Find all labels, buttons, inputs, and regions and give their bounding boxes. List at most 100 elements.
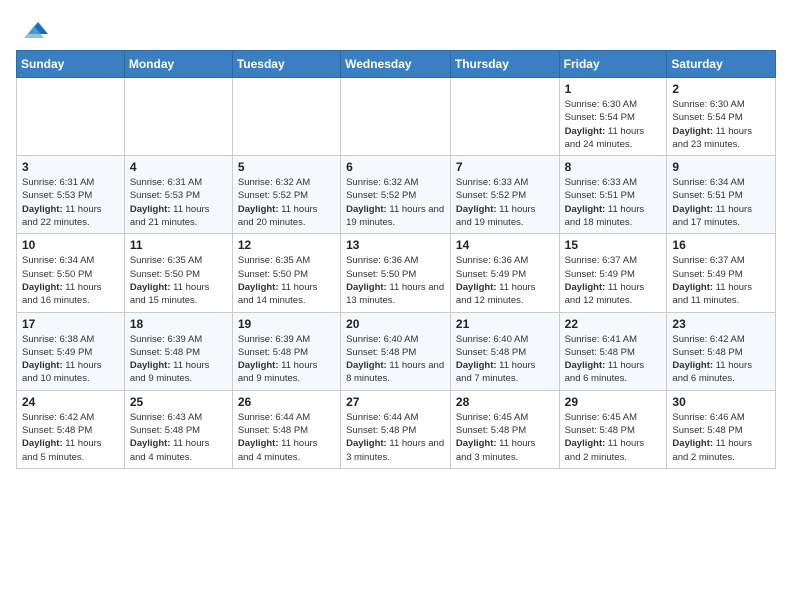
sun-info: Sunset: 5:49 PM — [456, 268, 554, 281]
day-number: 23 — [672, 317, 770, 331]
sun-info: Sunrise: 6:41 AM — [565, 333, 662, 346]
calendar-cell: 5Sunrise: 6:32 AMSunset: 5:52 PMDaylight… — [232, 156, 340, 234]
sun-info: Sunrise: 6:30 AM — [672, 98, 770, 111]
daylight-info: Daylight: 11 hours and 4 minutes. — [130, 437, 227, 464]
sun-info: Sunset: 5:48 PM — [22, 424, 119, 437]
daylight-info: Daylight: 11 hours and 13 minutes. — [346, 281, 445, 308]
day-number: 17 — [22, 317, 119, 331]
sun-info: Sunrise: 6:36 AM — [346, 254, 445, 267]
day-number: 20 — [346, 317, 445, 331]
calendar-week-row: 17Sunrise: 6:38 AMSunset: 5:49 PMDayligh… — [17, 312, 776, 390]
sun-info: Sunrise: 6:34 AM — [672, 176, 770, 189]
sun-info: Sunset: 5:49 PM — [565, 268, 662, 281]
daylight-info: Daylight: 11 hours and 23 minutes. — [672, 125, 770, 152]
sun-info: Sunset: 5:50 PM — [22, 268, 119, 281]
sun-info: Sunset: 5:49 PM — [672, 268, 770, 281]
sun-info: Sunrise: 6:40 AM — [346, 333, 445, 346]
calendar-cell: 11Sunrise: 6:35 AMSunset: 5:50 PMDayligh… — [124, 234, 232, 312]
daylight-info: Daylight: 11 hours and 6 minutes. — [672, 359, 770, 386]
sun-info: Sunrise: 6:32 AM — [346, 176, 445, 189]
sun-info: Sunrise: 6:36 AM — [456, 254, 554, 267]
sun-info: Sunset: 5:48 PM — [672, 424, 770, 437]
daylight-info: Daylight: 11 hours and 12 minutes. — [565, 281, 662, 308]
day-number: 15 — [565, 238, 662, 252]
sun-info: Sunrise: 6:32 AM — [238, 176, 335, 189]
day-number: 9 — [672, 160, 770, 174]
day-number: 27 — [346, 395, 445, 409]
sun-info: Sunrise: 6:37 AM — [565, 254, 662, 267]
day-number: 16 — [672, 238, 770, 252]
sun-info: Sunrise: 6:45 AM — [456, 411, 554, 424]
day-number: 29 — [565, 395, 662, 409]
day-header-thursday: Thursday — [450, 51, 559, 78]
day-number: 28 — [456, 395, 554, 409]
sun-info: Sunset: 5:54 PM — [672, 111, 770, 124]
calendar-cell: 14Sunrise: 6:36 AMSunset: 5:49 PMDayligh… — [450, 234, 559, 312]
day-number: 8 — [565, 160, 662, 174]
calendar-cell: 22Sunrise: 6:41 AMSunset: 5:48 PMDayligh… — [559, 312, 667, 390]
daylight-info: Daylight: 11 hours and 5 minutes. — [22, 437, 119, 464]
calendar-cell: 19Sunrise: 6:39 AMSunset: 5:48 PMDayligh… — [232, 312, 340, 390]
day-number: 13 — [346, 238, 445, 252]
day-number: 6 — [346, 160, 445, 174]
sun-info: Sunrise: 6:31 AM — [22, 176, 119, 189]
calendar-cell: 20Sunrise: 6:40 AMSunset: 5:48 PMDayligh… — [341, 312, 451, 390]
day-number: 21 — [456, 317, 554, 331]
sun-info: Sunset: 5:51 PM — [565, 189, 662, 202]
sun-info: Sunset: 5:48 PM — [456, 346, 554, 359]
sun-info: Sunrise: 6:33 AM — [456, 176, 554, 189]
sun-info: Sunset: 5:50 PM — [238, 268, 335, 281]
calendar-cell: 30 Sunrise: 6:46 AMSunset: 5:48 PMDayligh… — [667, 390, 776, 468]
day-number: 26 — [238, 395, 335, 409]
daylight-info: Daylight: 11 hours and 3 minutes. — [456, 437, 554, 464]
sun-info: Sunset: 5:52 PM — [346, 189, 445, 202]
daylight-info: Daylight: 11 hours and 19 minutes. — [456, 203, 554, 230]
sun-info: Sunrise: 6:42 AM — [22, 411, 119, 424]
sun-info: Sunset: 5:48 PM — [565, 346, 662, 359]
calendar-cell: 16Sunrise: 6:37 AMSunset: 5:49 PMDayligh… — [667, 234, 776, 312]
sun-info: Sunset: 5:51 PM — [672, 189, 770, 202]
calendar-header-row: SundayMondayTuesdayWednesdayThursdayFrid… — [17, 51, 776, 78]
daylight-info: Daylight: 11 hours and 2 minutes. — [672, 437, 770, 464]
sun-info: Sunrise: 6:46 AM — [672, 411, 770, 424]
calendar-cell: 24Sunrise: 6:42 AMSunset: 5:48 PMDayligh… — [17, 390, 125, 468]
sun-info: Sunrise: 6:39 AM — [238, 333, 335, 346]
sun-info: Sunset: 5:48 PM — [130, 346, 227, 359]
day-number: 5 — [238, 160, 335, 174]
day-number: 30 — [672, 395, 770, 409]
day-number: 10 — [22, 238, 119, 252]
calendar-body: 1Sunrise: 6:30 AMSunset: 5:54 PMDaylight… — [17, 78, 776, 469]
daylight-info: Daylight: 11 hours and 15 minutes. — [130, 281, 227, 308]
day-header-friday: Friday — [559, 51, 667, 78]
daylight-info: Daylight: 11 hours and 9 minutes. — [130, 359, 227, 386]
calendar-table: SundayMondayTuesdayWednesdayThursdayFrid… — [16, 50, 776, 469]
sun-info: Sunset: 5:48 PM — [456, 424, 554, 437]
sun-info: Sunset: 5:48 PM — [238, 424, 335, 437]
sun-info: Sunrise: 6:33 AM — [565, 176, 662, 189]
calendar-cell: 2Sunrise: 6:30 AMSunset: 5:54 PMDaylight… — [667, 78, 776, 156]
day-number: 7 — [456, 160, 554, 174]
calendar-cell: 12Sunrise: 6:35 AMSunset: 5:50 PMDayligh… — [232, 234, 340, 312]
sun-info: Sunrise: 6:44 AM — [238, 411, 335, 424]
daylight-info: Daylight: 11 hours and 8 minutes. — [346, 359, 445, 386]
sun-info: Sunrise: 6:31 AM — [130, 176, 227, 189]
day-number: 25 — [130, 395, 227, 409]
sun-info: Sunrise: 6:44 AM — [346, 411, 445, 424]
sun-info: Sunrise: 6:40 AM — [456, 333, 554, 346]
day-number: 19 — [238, 317, 335, 331]
sun-info: Sunset: 5:48 PM — [238, 346, 335, 359]
sun-info: Sunrise: 6:37 AM — [672, 254, 770, 267]
calendar-cell — [341, 78, 451, 156]
calendar-cell: 8Sunrise: 6:33 AMSunset: 5:51 PMDaylight… — [559, 156, 667, 234]
calendar-cell: 28 Sunrise: 6:45 AMSunset: 5:48 PMDayligh… — [450, 390, 559, 468]
daylight-info: Daylight: 11 hours and 16 minutes. — [22, 281, 119, 308]
sun-info: Sunrise: 6:35 AM — [238, 254, 335, 267]
daylight-info: Daylight: 11 hours and 17 minutes. — [672, 203, 770, 230]
daylight-info: Daylight: 11 hours and 10 minutes. — [22, 359, 119, 386]
sun-info: Sunset: 5:48 PM — [672, 346, 770, 359]
calendar-cell: 18Sunrise: 6:39 AMSunset: 5:48 PMDayligh… — [124, 312, 232, 390]
calendar-cell — [232, 78, 340, 156]
sun-info: Sunrise: 6:39 AM — [130, 333, 227, 346]
sun-info: Sunset: 5:52 PM — [456, 189, 554, 202]
calendar-week-row: 3Sunrise: 6:31 AMSunset: 5:53 PMDaylight… — [17, 156, 776, 234]
